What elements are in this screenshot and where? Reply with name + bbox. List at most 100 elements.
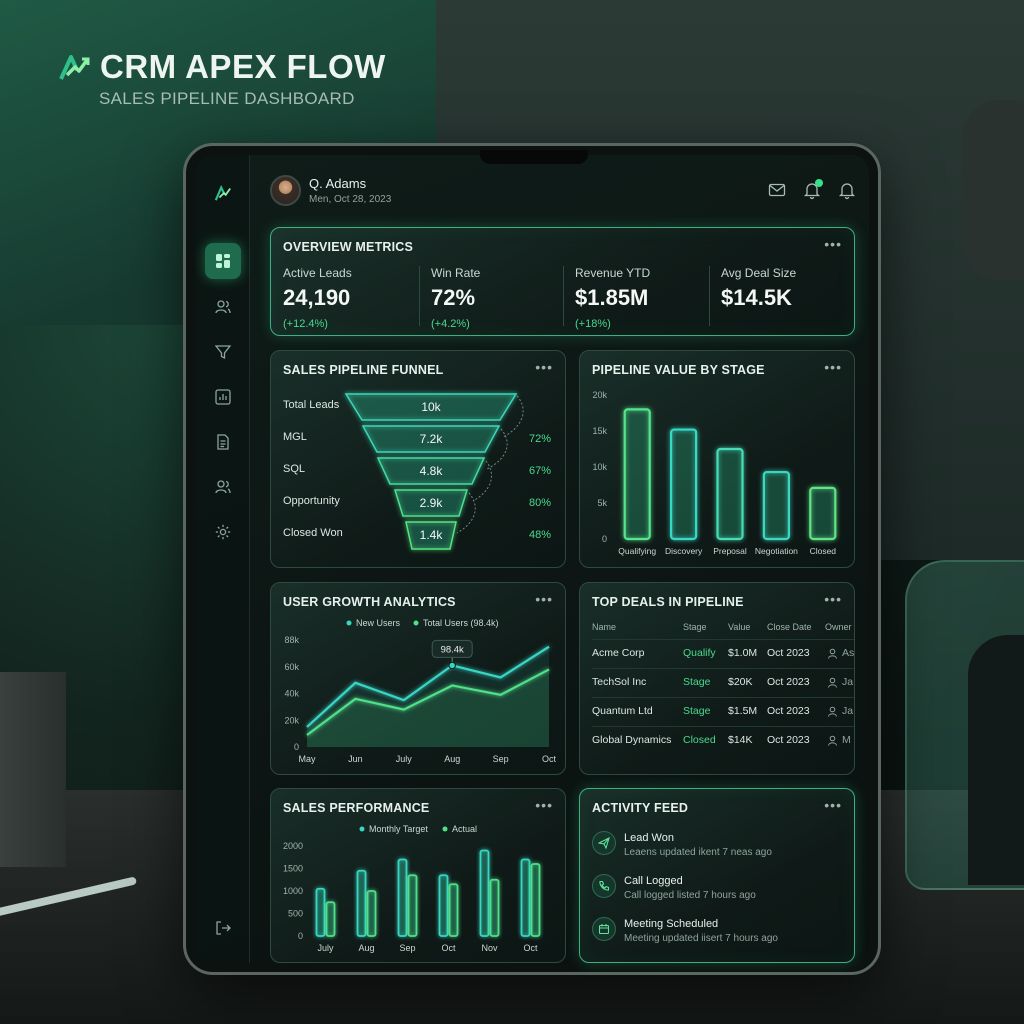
notification-badge [815,179,823,187]
metric-change: (+4.2%) [431,318,470,330]
bar [716,447,744,541]
annotation-label: 98.4k [441,644,464,655]
x-tick-label: Sep [399,943,415,953]
legend-marker [413,620,419,626]
dashboard-icon[interactable] [205,243,241,279]
x-tick-label: Aug [444,754,460,764]
metric-avg-deal-size: Avg Deal Size $14.5K [721,266,796,318]
activity-menu-button[interactable]: ••• [824,797,842,813]
document-icon[interactable] [205,424,241,460]
funnel-conversion-rate: 48% [529,529,552,541]
x-tick-label: Preposal [713,546,747,556]
y-tick-label: 1000 [283,886,303,896]
deal-close-date: Oct 2023 [767,705,810,717]
activity-item-title[interactable]: Lead Won [624,832,674,844]
overview-metrics-card: OVERVIEW METRICS ••• Active Leads 24,190… [270,227,855,336]
deal-owner: M [842,734,851,746]
current-date: Men, Oct 28, 2023 [309,194,392,205]
funnel-conversion-rate: 80% [529,497,552,509]
funnel-icon[interactable] [205,334,241,370]
y-tick-label: 60k [284,662,299,672]
bar [762,470,790,541]
activity-item-description: Call logged listed 7 hours ago [624,890,756,901]
column-header-value[interactable]: Value [728,622,750,632]
x-tick-label: Negotiation [755,546,798,556]
logout-icon[interactable] [205,910,241,946]
deal-owner: Ja [842,676,854,688]
owner-user-icon [828,706,837,717]
activity-item-title[interactable]: Call Logged [624,875,683,887]
app-logo-icon[interactable] [205,175,241,211]
funnel-value: 1.4k [419,528,443,542]
top-deals-title: TOP DEALS IN PIPELINE [592,595,744,609]
user-avatar[interactable] [270,175,301,206]
legend-marker [359,826,365,832]
x-tick-label: Oct [441,943,456,953]
overview-title: OVERVIEW METRICS [283,240,414,254]
bar [448,883,459,937]
metric-revenue-ytd: Revenue YTD $1.85M (+18%) [575,266,650,330]
background-object [968,635,1024,885]
brand-logo-icon [59,55,90,80]
metric-value: 72% [431,285,476,310]
sales-performance-chart: Monthly Target Actual 2000 1500 1000 500 0 July… [283,824,541,953]
x-tick-label: Oct [542,754,557,764]
deal-owner: Ja [842,705,854,717]
settings-gear-icon[interactable] [205,514,241,550]
deal-close-date: Oct 2023 [767,647,810,659]
team-icon[interactable] [205,469,241,505]
bar [489,878,500,937]
bar [407,874,418,937]
reports-icon[interactable] [205,379,241,415]
bar [479,849,490,937]
bar [520,858,531,937]
owner-user-icon [828,735,837,746]
top-deals-menu-button[interactable]: ••• [824,591,842,607]
bar [530,863,541,937]
column-header-owner[interactable]: Owner [825,622,852,632]
activity-item-description: Meeting updated iisert 7 hours ago [624,933,778,944]
column-header-name[interactable]: Name [592,622,616,632]
bar [669,428,698,541]
column-header-stage[interactable]: Stage [683,622,707,632]
metric-label: Win Rate [431,266,481,280]
mail-icon[interactable] [767,180,787,200]
y-tick-label: 1500 [283,864,303,874]
phone-icon [592,874,616,898]
x-tick-label: Closed [810,546,837,556]
row-divider [592,668,854,669]
alerts-bell-icon[interactable] [837,180,857,200]
x-tick-label: July [317,943,334,953]
funnel-label: Opportunity [283,495,340,507]
deal-value: $14K [728,734,753,746]
x-tick-label: Discovery [665,546,703,556]
column-header-close-date[interactable]: Close Date [767,622,812,632]
owner-user-icon [828,648,837,659]
brand-title: CRM APEX FLOW [100,48,386,85]
deal-owner: As [842,647,855,659]
funnel-label: Closed Won [283,527,343,539]
row-divider [592,697,854,698]
activity-item-title[interactable]: Meeting Scheduled [624,918,718,930]
deal-stage: Closed [683,734,716,746]
contacts-icon[interactable] [205,289,241,325]
sales-funnel-card: SALES PIPELINE FUNNEL ••• Total Leads MG… [270,350,566,568]
overview-menu-button[interactable]: ••• [824,236,842,252]
background-speaker [962,100,1024,280]
metric-divider [709,266,710,326]
x-tick-label: Oct [523,943,538,953]
calendar-icon [592,917,616,941]
deal-stage: Stage [683,676,711,688]
deal-value: $1.5M [728,705,758,717]
y-tick-label: 40k [284,689,299,699]
y-tick-label: 0 [298,931,303,941]
metric-value: 24,190 [283,285,351,310]
metric-label: Avg Deal Size [721,266,797,280]
pipeline-value-card: PIPELINE VALUE BY STAGE ••• 20k 15k 10k 5k 0… [579,350,855,568]
funnel-value: 4.8k [419,464,443,478]
funnel-label: Total Leads [283,399,340,411]
funnel-label: MGL [283,431,307,443]
sidebar [196,155,250,963]
funnel-value: 2.9k [419,496,443,510]
x-tick-label: Nov [481,943,498,953]
